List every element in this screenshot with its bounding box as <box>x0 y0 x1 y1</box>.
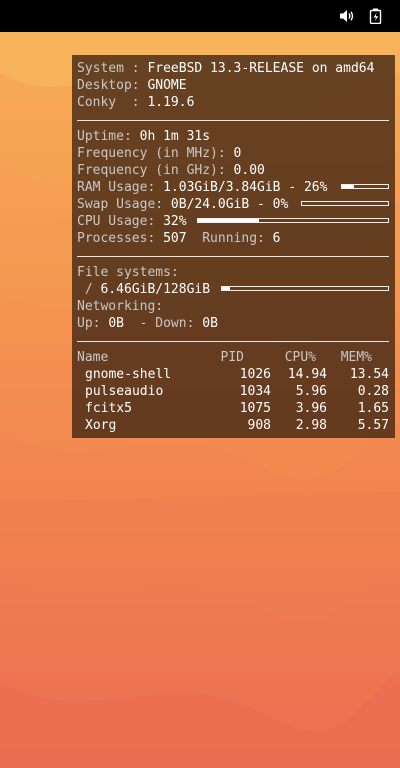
root-filesystem-bar <box>221 286 389 291</box>
table-row: fcitx5 1075 3.96 1.65 <box>85 401 389 416</box>
file-systems-heading: File systems: <box>77 265 179 280</box>
divider <box>77 256 389 257</box>
root-filesystem-line: / 6.46GiB/128GiB <box>77 282 211 297</box>
conky-version-value: 1.19.6 <box>147 95 195 110</box>
network-speed-line: Up: 0B - Down: 0B <box>77 316 218 331</box>
swap-usage-bar <box>301 201 389 206</box>
process-table-header: Name PID CPU% MEM% <box>77 349 389 366</box>
frequency-ghz-value: 0.00 <box>233 163 265 178</box>
swap-usage-value: 0B/24.0GiB - 0% <box>170 197 289 212</box>
column-header-pid: PID <box>220 350 244 365</box>
desktop-value: GNOME <box>147 78 187 93</box>
download-value: 0B <box>202 316 218 331</box>
processes-line: Processes: 507 Running: 6 <box>77 231 281 246</box>
uptime-value: 0h 1m 31s <box>139 129 211 144</box>
table-row: Xorg 908 2.98 5.57 <box>85 418 389 433</box>
swap-usage-line: Swap Usage: 0B/24.0GiB - 0% <box>77 197 289 212</box>
ram-usage-value: 1.03GiB/3.84GiB - 26% <box>163 180 328 195</box>
table-row: gnome-shell 1026 14.94 13.54 <box>85 367 389 382</box>
cpu-usage-bar <box>197 218 389 223</box>
frequency-ghz-line: Frequency (in GHz): 0.00 <box>77 163 265 178</box>
desktop-line: Desktop: GNOME <box>77 78 187 93</box>
ram-usage-bar <box>341 184 389 189</box>
conky-panel: System : FreeBSD 13.3-RELEASE on amd64 D… <box>72 55 395 438</box>
system-line: System : FreeBSD 13.3-RELEASE on amd64 <box>77 61 375 76</box>
upload-value: 0B <box>108 316 124 331</box>
volume-icon[interactable] <box>339 8 355 24</box>
column-header-mem: MEM% <box>340 350 372 365</box>
ram-usage-line: RAM Usage: 1.03GiB/3.84GiB - 26% <box>77 180 328 195</box>
running-count: 6 <box>272 231 281 246</box>
processes-count: 507 <box>163 231 187 246</box>
cpu-usage-line: CPU Usage: 32% <box>77 214 187 229</box>
uptime-line: Uptime: 0h 1m 31s <box>77 129 211 144</box>
column-header-name: Name <box>77 350 109 365</box>
column-header-cpu: CPU% <box>284 350 316 365</box>
divider <box>77 120 389 121</box>
frequency-mhz-line: Frequency (in MHz): 0 <box>77 146 242 161</box>
system-value: FreeBSD 13.3-RELEASE on amd64 <box>147 61 375 76</box>
conky-version-line: Conky : 1.19.6 <box>77 95 195 110</box>
cpu-usage-value: 32% <box>163 214 187 229</box>
divider <box>77 341 389 342</box>
battery-icon[interactable] <box>368 8 384 24</box>
table-row: pulseaudio 1034 5.96 0.28 <box>85 384 389 399</box>
top-bar <box>0 0 400 32</box>
root-filesystem-value: 6.46GiB/128GiB <box>100 282 211 297</box>
frequency-mhz-value: 0 <box>233 146 242 161</box>
networking-heading: Networking: <box>77 299 164 314</box>
